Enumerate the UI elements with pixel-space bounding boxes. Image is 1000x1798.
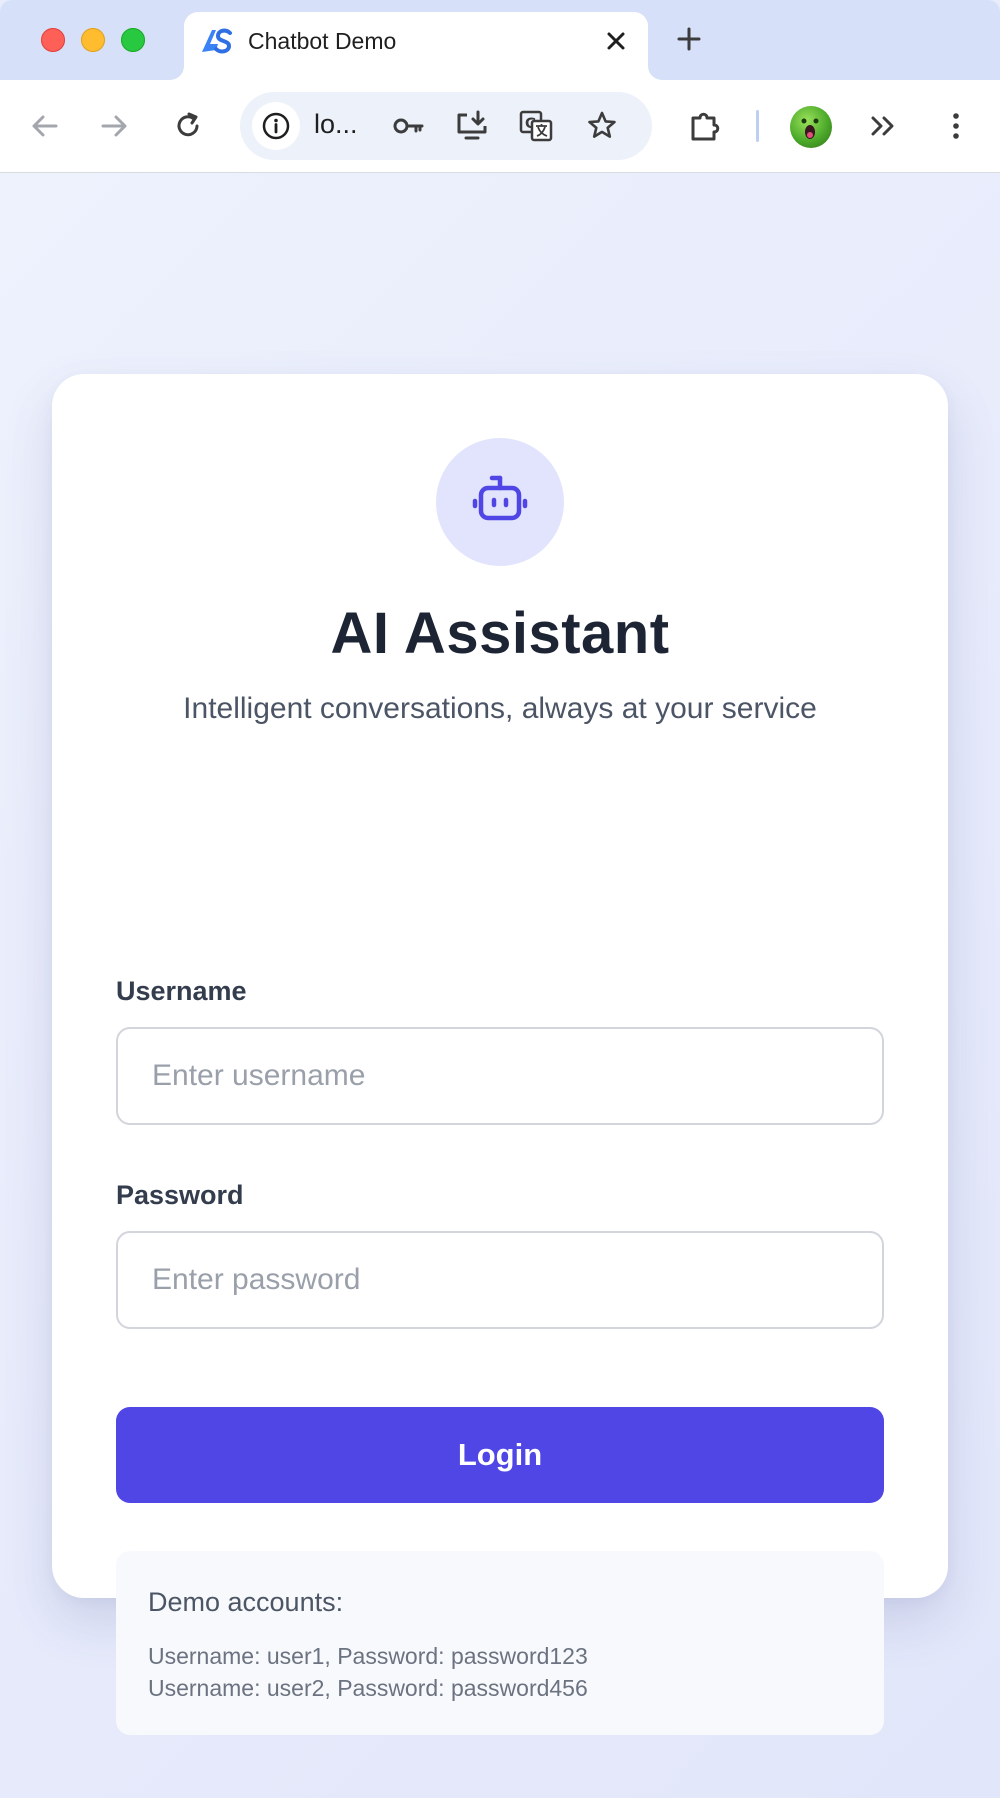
new-tab-icon[interactable] bbox=[674, 24, 704, 54]
browser-menu-icon[interactable] bbox=[938, 108, 974, 144]
browser-tab[interactable]: Chatbot Demo bbox=[184, 12, 648, 80]
page-title: AI Assistant bbox=[330, 601, 670, 666]
password-key-icon[interactable] bbox=[390, 108, 426, 144]
demo-account-line: Username: user2, Password: password456 bbox=[148, 1675, 588, 1701]
minimize-window-button[interactable] bbox=[81, 28, 105, 52]
tab-title: Chatbot Demo bbox=[248, 28, 397, 54]
bot-icon bbox=[472, 475, 528, 521]
extensions-puzzle-icon[interactable] bbox=[686, 108, 722, 144]
back-arrow-icon[interactable] bbox=[26, 108, 62, 144]
login-card: AI Assistant Intelligent conversations, … bbox=[52, 374, 948, 1735]
username-input[interactable] bbox=[116, 1027, 884, 1125]
demo-account-line: Username: user1, Password: password123 bbox=[148, 1643, 588, 1669]
install-app-icon[interactable] bbox=[454, 108, 490, 144]
site-info-button[interactable] bbox=[252, 102, 300, 150]
forward-arrow-icon[interactable] bbox=[97, 108, 133, 144]
browser-toolbar: lo... G bbox=[0, 80, 1000, 173]
close-tab-icon[interactable] bbox=[602, 27, 630, 55]
reload-icon[interactable] bbox=[170, 108, 206, 144]
profile-character-icon bbox=[801, 118, 819, 139]
info-icon bbox=[262, 112, 290, 140]
maximize-window-button[interactable] bbox=[121, 28, 145, 52]
translate-icon[interactable]: G bbox=[518, 108, 554, 144]
toolbar-divider bbox=[756, 110, 759, 142]
url-text[interactable]: lo... bbox=[314, 109, 358, 140]
demo-accounts-box: Demo accounts: Username: user1, Password… bbox=[116, 1551, 884, 1735]
more-tools-chevron-icon[interactable] bbox=[866, 108, 902, 144]
page-subtitle: Intelligent conversations, always at you… bbox=[183, 692, 817, 725]
browser-titlebar: Chatbot Demo bbox=[0, 0, 1000, 80]
password-label: Password bbox=[116, 1180, 244, 1210]
bookmark-star-icon[interactable] bbox=[584, 108, 620, 144]
page-background: AI Assistant Intelligent conversations, … bbox=[0, 173, 1000, 1798]
profile-avatar[interactable] bbox=[790, 106, 832, 148]
login-button[interactable]: Login bbox=[116, 1407, 884, 1503]
bot-avatar bbox=[436, 438, 564, 566]
address-bar[interactable]: lo... G bbox=[240, 92, 652, 160]
password-input[interactable] bbox=[116, 1231, 884, 1329]
demo-accounts-title: Demo accounts: bbox=[148, 1587, 344, 1617]
site-favicon-icon bbox=[202, 28, 232, 54]
username-label: Username bbox=[116, 976, 247, 1006]
close-window-button[interactable] bbox=[41, 28, 65, 52]
